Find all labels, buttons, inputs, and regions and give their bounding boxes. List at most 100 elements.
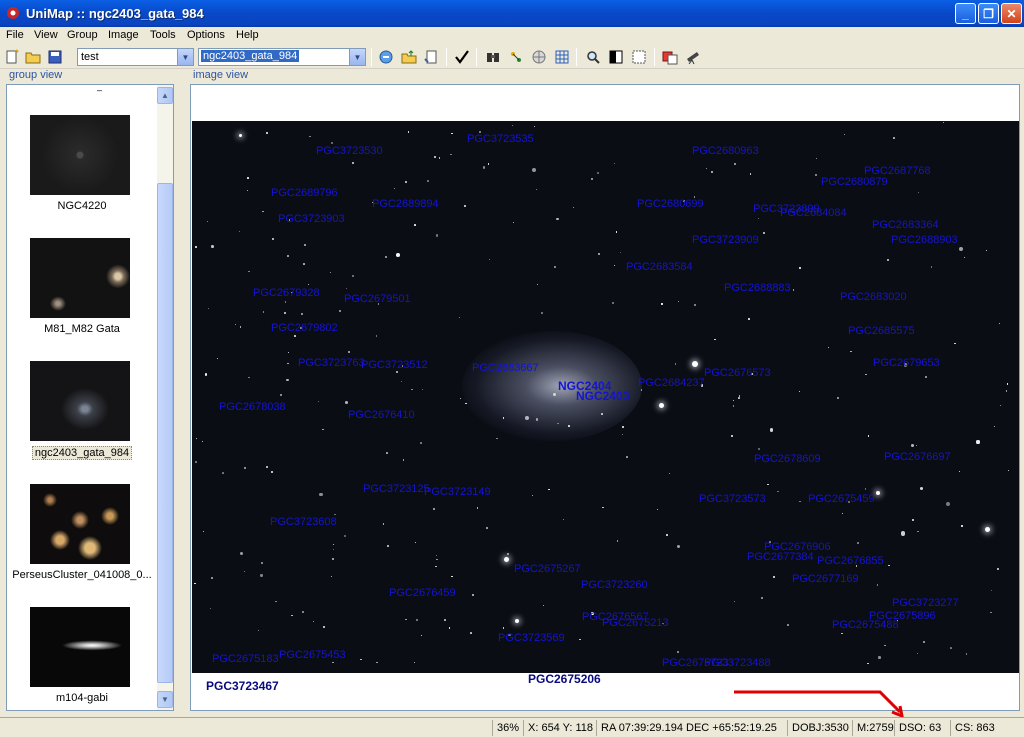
- star: [206, 221, 208, 223]
- chevron-down-icon[interactable]: ▼: [177, 49, 193, 65]
- star: [887, 259, 889, 262]
- star: [954, 342, 956, 345]
- pgc-label: PGC2688883: [724, 282, 791, 294]
- grid-icon[interactable]: [553, 48, 571, 66]
- star: [733, 163, 736, 165]
- thumbnail-m81-m82[interactable]: [30, 238, 130, 318]
- menu-help[interactable]: Help: [236, 29, 259, 41]
- star: [884, 644, 887, 647]
- star: [1007, 469, 1010, 472]
- pgc-label: PGC3723535: [467, 133, 534, 145]
- zoom-icon[interactable]: [584, 48, 602, 66]
- checkmark-icon[interactable]: [453, 48, 471, 66]
- open-folder-icon[interactable]: [24, 48, 42, 66]
- star: [598, 253, 601, 256]
- status-radec: RA 07:39:29.194 DEC +65:52:19.25: [596, 720, 787, 736]
- ngc-label: NGC2403: [576, 389, 630, 403]
- star: [312, 620, 315, 623]
- telescope-icon[interactable]: [684, 48, 702, 66]
- pgc-label: PGC3723125: [363, 483, 430, 495]
- menu-view[interactable]: View: [34, 29, 58, 41]
- group-view-scrollbar[interactable]: ▲ ▼: [157, 85, 173, 710]
- menu-file[interactable]: File: [6, 29, 24, 41]
- maximize-button[interactable]: ❐: [978, 3, 999, 24]
- load-icon[interactable]: [377, 48, 395, 66]
- star: [997, 568, 999, 570]
- star: [733, 600, 736, 603]
- star: [622, 433, 624, 435]
- pgc-label: PGC2678038: [219, 401, 286, 413]
- star: [465, 402, 467, 405]
- star: [616, 540, 619, 542]
- folder-upload-icon[interactable]: [400, 48, 418, 66]
- star: [260, 574, 263, 577]
- star: [270, 470, 274, 474]
- star: [958, 246, 963, 251]
- image-view-label: image view: [193, 69, 249, 81]
- sky-image[interactable]: NGC2404 NGC2403 PGC3723530 PGC3723535 PGC268…: [192, 121, 1019, 673]
- contrast-icon[interactable]: [607, 48, 625, 66]
- star: [476, 507, 478, 509]
- align-icon[interactable]: [507, 48, 525, 66]
- pgc-label: PGC2684084: [780, 207, 847, 219]
- star: [943, 121, 945, 123]
- image-select[interactable]: ngc2403_gata_984 ▼: [198, 48, 366, 66]
- save-icon[interactable]: [46, 48, 64, 66]
- menu-image[interactable]: Image: [108, 29, 139, 41]
- star: [265, 466, 268, 469]
- star: [612, 302, 614, 304]
- document-icon[interactable]: [422, 48, 440, 66]
- chevron-down-icon[interactable]: ▼: [349, 49, 365, 65]
- thumbnail-m104[interactable]: [30, 607, 130, 687]
- image-view-panel[interactable]: NGC2404 NGC2403 PGC3723530 PGC3723535 PGC268…: [190, 84, 1020, 711]
- thumbnail-label: M81_M82 Gata: [44, 323, 120, 335]
- pgc-label: PGC3723763: [298, 357, 365, 369]
- star: [567, 424, 570, 427]
- star: [211, 245, 214, 248]
- star: [841, 512, 844, 514]
- toolbar-separator: [476, 48, 477, 66]
- pgc-label: PGC3723608: [270, 516, 337, 528]
- pgc-label-bottom-left: PGC3723467: [206, 679, 279, 693]
- scroll-up-icon[interactable]: ▲: [157, 87, 173, 104]
- pgc-label: PGC2677384: [747, 551, 814, 563]
- toolbar-separator: [576, 48, 577, 66]
- star: [676, 650, 679, 653]
- star: [488, 258, 491, 260]
- thumbnail-ngc4220[interactable]: [30, 115, 130, 195]
- star: [622, 426, 624, 428]
- star: [856, 542, 859, 545]
- select-area-icon[interactable]: [630, 48, 648, 66]
- menu-tools[interactable]: Tools: [150, 29, 176, 41]
- star: [405, 619, 407, 621]
- thumbnail-ngc2403[interactable]: [30, 361, 130, 441]
- scroll-down-icon[interactable]: ▼: [157, 691, 173, 708]
- menu-group[interactable]: Group: [67, 29, 98, 41]
- pgc-label: PGC2683584: [626, 261, 693, 273]
- star: [919, 486, 923, 490]
- thumbnail-perseus-cluster[interactable]: [30, 484, 130, 564]
- star: [486, 527, 489, 530]
- star: [548, 489, 550, 491]
- star: [656, 508, 658, 510]
- star: [195, 461, 197, 463]
- new-icon[interactable]: [3, 48, 21, 66]
- star: [506, 552, 509, 555]
- star: [985, 250, 988, 252]
- close-button[interactable]: ✕: [1001, 3, 1022, 24]
- star: [239, 326, 242, 328]
- scrollbar-thumb[interactable]: [157, 183, 173, 683]
- pgc-label: PGC2679802: [271, 322, 338, 334]
- menu-options[interactable]: Options: [187, 29, 225, 41]
- window-layout-icon[interactable]: [661, 48, 679, 66]
- star: [836, 396, 839, 399]
- group-select[interactable]: test ▼: [77, 48, 194, 66]
- pgc-label: PGC3723260: [581, 579, 648, 591]
- star: [407, 131, 410, 133]
- bright-star: [692, 361, 698, 367]
- star: [294, 335, 296, 337]
- minimize-button[interactable]: _: [955, 3, 976, 24]
- binoculars-icon[interactable]: [484, 48, 502, 66]
- star: [376, 661, 378, 664]
- globe-icon[interactable]: [530, 48, 548, 66]
